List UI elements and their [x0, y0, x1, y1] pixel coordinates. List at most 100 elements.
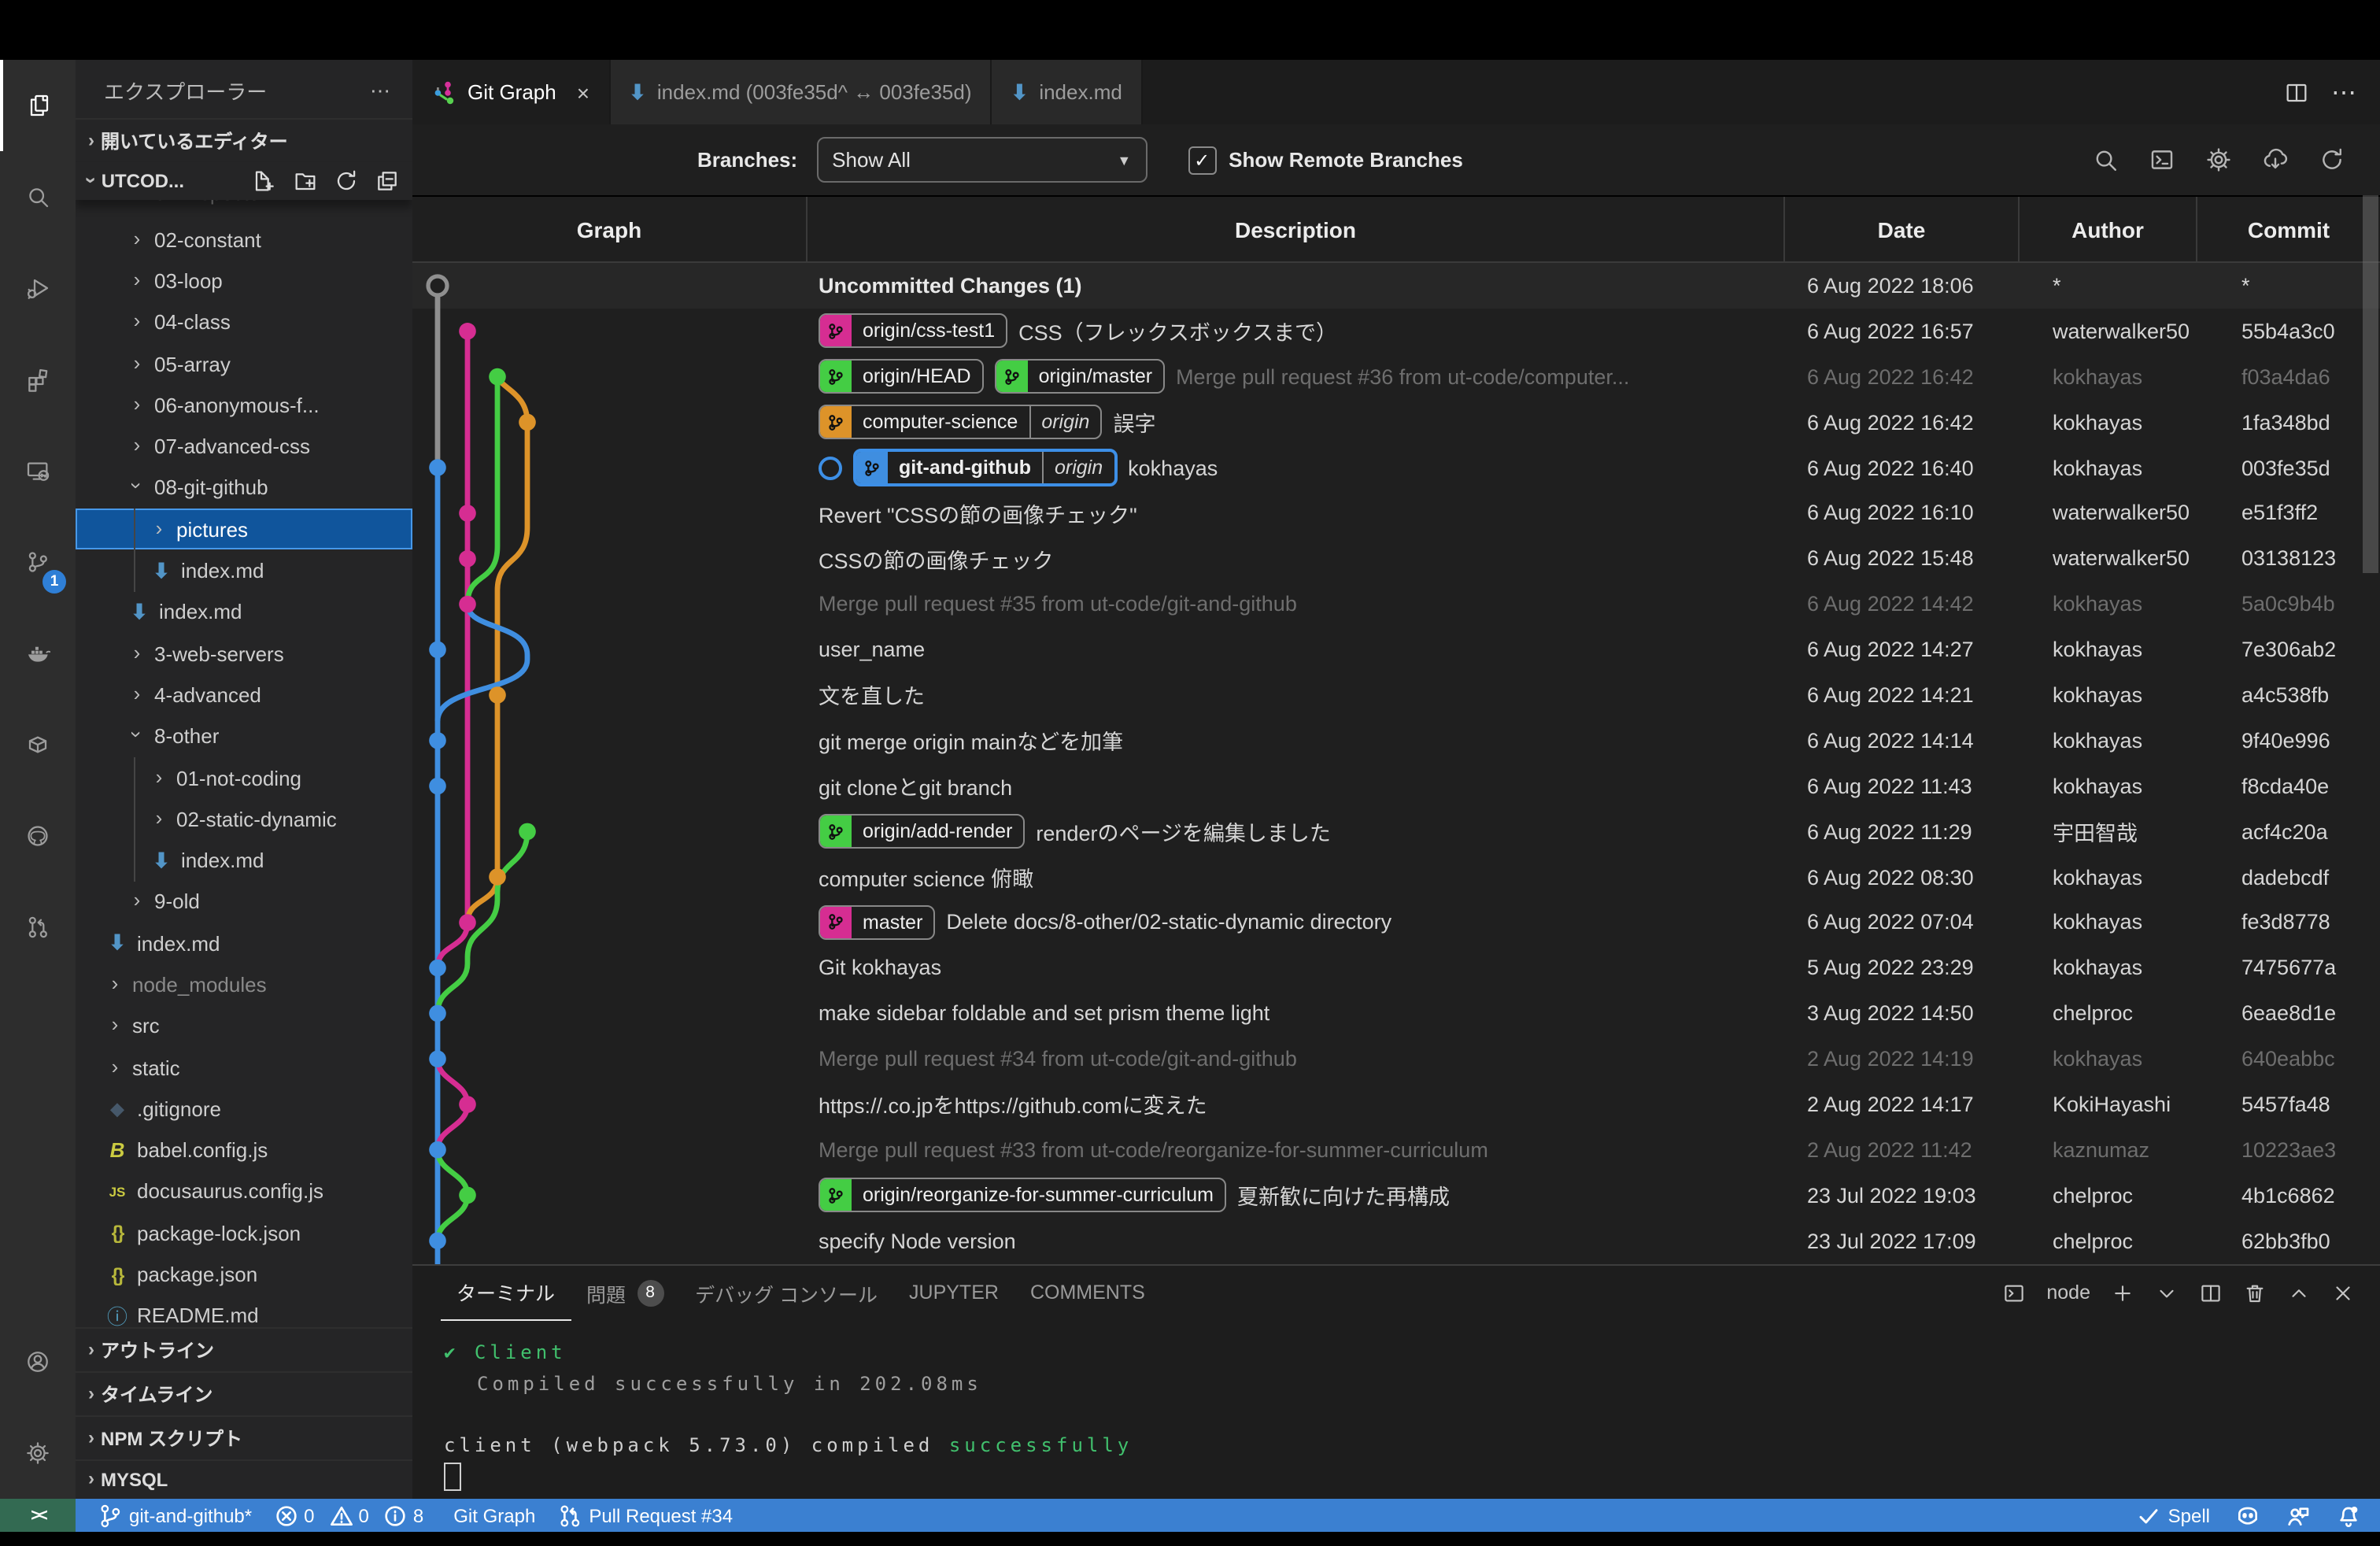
open-editors-section[interactable]: › 開いているエディター [76, 118, 412, 162]
trash-icon[interactable] [2243, 1281, 2267, 1304]
branch-label-origin-master[interactable]: origin/master [995, 359, 1166, 394]
tab-git-graph[interactable]: Git Graph× [412, 60, 610, 124]
collapse-all-icon[interactable] [375, 168, 400, 194]
editor-scrollbar[interactable] [2363, 195, 2378, 573]
gear-icon[interactable] [2205, 146, 2232, 173]
commit-row-6eae8d1e[interactable]: make sidebar foldable and set prism them… [412, 991, 2380, 1037]
new-file-icon[interactable] [252, 168, 277, 194]
tree-item-src[interactable]: ›src [76, 1005, 412, 1047]
status-branch[interactable]: git-and-github* [98, 1503, 252, 1528]
tree-item-8-other[interactable]: ›8-other [76, 716, 412, 757]
refresh-icon[interactable] [2319, 146, 2345, 173]
terminal-output[interactable]: ✔ ClientCompiled successfully in 202.08m… [412, 1319, 2380, 1499]
activity-github[interactable] [0, 790, 76, 882]
activity-account[interactable] [0, 1316, 76, 1407]
activity-explorer[interactable] [0, 60, 76, 151]
activity-docker[interactable] [0, 608, 76, 699]
terminal-icon[interactable] [2149, 146, 2175, 173]
panel-tab-[interactable]: デバッグ コンソール [679, 1266, 893, 1319]
tree-item-index-md[interactable]: ⬇index.md [76, 550, 412, 592]
tree-item-pictures[interactable]: ›pictures [76, 509, 412, 550]
tree-item-node-modules[interactable]: ›node_modules [76, 964, 412, 1006]
chevron-down-icon[interactable] [2155, 1281, 2179, 1304]
sidebar-section-[interactable]: ›タイムライン [76, 1371, 412, 1415]
tree-item-9-old[interactable]: ›9-old [76, 882, 412, 923]
commit-row-7475677a[interactable]: Git kokhayas5 Aug 2022 23:29kokhayas7475… [412, 945, 2380, 991]
activity-settings-gear[interactable] [0, 1407, 76, 1499]
tree-item-index-md[interactable]: ⬇index.md [76, 840, 412, 882]
status-copilot[interactable] [2235, 1503, 2260, 1528]
column-commit[interactable]: Commit [2196, 197, 2380, 261]
tree-item-06-anonymous-f-[interactable]: ›06-anonymous-f... [76, 384, 412, 426]
tree-item-package-lock-json[interactable]: {}package-lock.json [76, 1212, 412, 1254]
commit-row-fe3d8778[interactable]: masterDelete docs/8-other/02-static-dyna… [412, 900, 2380, 945]
tree-item-02-constant[interactable]: ›02-constant [76, 219, 412, 261]
commit-row-f03a4da6[interactable]: origin/HEADorigin/masterMerge pull reque… [412, 354, 2380, 400]
column-author[interactable]: Author [2018, 197, 2196, 261]
new-folder-icon[interactable] [293, 168, 318, 194]
tree-item-05-array[interactable]: ›05-array [76, 343, 412, 385]
panel-tab-[interactable]: 問題8 [571, 1266, 679, 1319]
status-pull-request[interactable]: Pull Request #34 [557, 1503, 733, 1528]
branch-label-origin-css-test1[interactable]: origin/css-test1 [819, 314, 1007, 349]
activity-remote-explorer[interactable] [0, 425, 76, 516]
more-actions-icon[interactable]: ⋯ [2331, 76, 2358, 108]
activity-extensions[interactable] [0, 334, 76, 425]
activity-container[interactable] [0, 699, 76, 790]
tree-item-02-static-dynamic[interactable]: ›02-static-dynamic [76, 798, 412, 840]
commit-row-5457fa48[interactable]: https://.co.jpをhttps://github.comに変えた2 A… [412, 1082, 2380, 1127]
tree-item-static[interactable]: ›static [76, 1047, 412, 1089]
tree-item-babel-config-js[interactable]: Bbabel.config.js [76, 1130, 412, 1171]
tree-item-07-advanced-css[interactable]: ›07-advanced-css [76, 426, 412, 468]
commit-row-4b1c6862[interactable]: origin/reorganize-for-summer-curriculum夏… [412, 1173, 2380, 1219]
commit-row-a4c538fb[interactable]: 文を直した6 Aug 2022 14:21kokhayasa4c538fb [412, 672, 2380, 718]
sidebar-section-npm[interactable]: ›NPM スクリプト [76, 1415, 412, 1459]
commit-row-003fe35d[interactable]: git-and-githuboriginkokhayas6 Aug 2022 1… [412, 445, 2380, 490]
column-graph[interactable]: Graph [412, 197, 806, 261]
sidebar-section-mysql[interactable]: ›MYSQL [76, 1459, 412, 1499]
tab-index-md-1[interactable]: ⬇index.md (003fe35d^ ↔ 003fe35d) [610, 60, 992, 124]
commit-row-7e306ab2[interactable]: user_name6 Aug 2022 14:27kokhayas7e306ab… [412, 627, 2380, 672]
tab-index-md-2[interactable]: ⬇index.md [992, 60, 1143, 124]
status-spell[interactable]: Spell [2137, 1503, 2210, 1528]
search-icon[interactable] [2092, 146, 2119, 173]
commit-row-dadebcdf[interactable]: computer science 俯瞰6 Aug 2022 08:30kokha… [412, 854, 2380, 900]
branch-label-master[interactable]: master [819, 905, 935, 940]
split-icon[interactable] [2199, 1281, 2223, 1304]
tree-item-03-loop[interactable]: ›03-loop [76, 261, 412, 302]
branch-label-origin-add-render[interactable]: origin/add-render [819, 814, 1025, 849]
tree-item-readme-md[interactable]: ⓘREADME.md [76, 1295, 412, 1327]
close-icon[interactable]: × [577, 80, 589, 105]
tree-item-3-web-servers[interactable]: ›3-web-servers [76, 633, 412, 675]
panel-tab-comments[interactable]: COMMENTS [1014, 1266, 1161, 1319]
status-feedback[interactable] [2286, 1503, 2311, 1528]
commit-row-e51f3ff2[interactable]: Revert "CSSの節の画像チェック"6 Aug 2022 16:10wat… [412, 490, 2380, 536]
show-remote-checkbox[interactable]: ✓ [1188, 146, 1216, 174]
commit-row-5a0c9b4b[interactable]: Merge pull request #35 from ut-code/git-… [412, 581, 2380, 627]
activity-search[interactable] [0, 151, 76, 242]
branch-label-computer-science[interactable]: computer-scienceorigin [819, 405, 1102, 439]
tree-item-01-inspector[interactable]: ›01-inspector [76, 200, 412, 219]
column-date[interactable]: Date [1783, 197, 2018, 261]
commit-row-55b4a3c0[interactable]: origin/css-test1CSS（フレックスボックスまで）6 Aug 20… [412, 309, 2380, 354]
branch-label-git-and-github[interactable]: git-and-githuborigin [853, 449, 1117, 486]
remote-indicator[interactable]: >< [0, 1499, 76, 1532]
activity-source-control[interactable]: 1 [0, 516, 76, 608]
column-description[interactable]: Description [806, 197, 1783, 261]
panel-tab-[interactable]: ターミナル [441, 1265, 571, 1320]
commit-row-f8cda40e[interactable]: git cloneとgit branch6 Aug 2022 11:43kokh… [412, 764, 2380, 809]
more-actions-icon[interactable]: ⋯ [370, 78, 390, 103]
activity-github-pr[interactable] [0, 882, 76, 973]
tree-item-index-md[interactable]: ⬇index.md [76, 923, 412, 964]
commit-row-10223ae3[interactable]: Merge pull request #33 from ut-code/reor… [412, 1127, 2380, 1173]
tree-item-docusaurus-config-js[interactable]: JSdocusaurus.config.js [76, 1171, 412, 1213]
commit-row-acf4c20a[interactable]: origin/add-renderrenderのページを編集しました6 Aug … [412, 808, 2380, 854]
branch-label-origin-head[interactable]: origin/HEAD [819, 359, 984, 394]
sidebar-section-[interactable]: ›アウトライン [76, 1327, 412, 1371]
tree-item-4-advanced[interactable]: ›4-advanced [76, 675, 412, 716]
chevron-up-icon[interactable] [2287, 1281, 2311, 1304]
tree-item-package-json[interactable]: {}package.json [76, 1254, 412, 1296]
tree-item-index-md[interactable]: ⬇index.md [76, 591, 412, 633]
plus-icon[interactable] [2111, 1281, 2134, 1304]
cloud-download-icon[interactable] [2262, 146, 2289, 173]
